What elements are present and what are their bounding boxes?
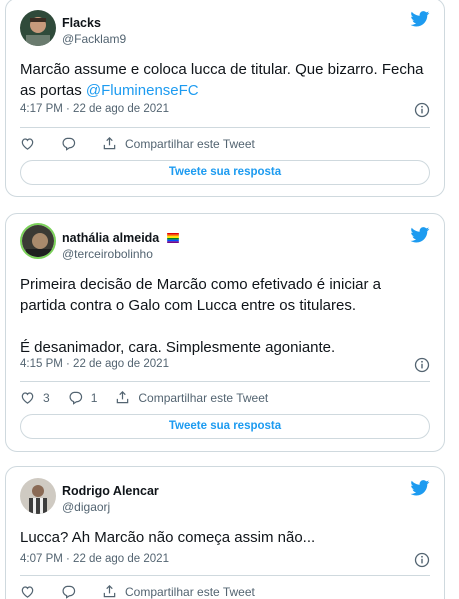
like-button[interactable] — [20, 136, 43, 151]
twitter-bird-icon[interactable] — [410, 227, 430, 243]
divider — [20, 127, 430, 128]
action-bar: 3 1 Compartilhar este Tweet — [20, 390, 286, 405]
author-handle[interactable]: @digaorj — [62, 500, 110, 514]
author-handle[interactable]: @terceirobolinho — [62, 247, 153, 261]
share-icon — [117, 391, 129, 404]
timestamp[interactable]: 4:15 PM · 22 de ago de 2021 — [20, 358, 169, 370]
divider — [20, 575, 430, 576]
heart-icon — [21, 392, 34, 404]
avatar[interactable] — [20, 478, 56, 514]
heart-icon — [21, 586, 34, 598]
timestamp[interactable]: 4:07 PM · 22 de ago de 2021 — [20, 553, 169, 565]
reply-button[interactable] — [61, 136, 84, 151]
share-label: Compartilhar este Tweet — [125, 136, 255, 151]
reply-count: 1 — [90, 390, 98, 405]
info-icon[interactable] — [414, 552, 430, 568]
share-icon — [103, 137, 116, 150]
reply-button[interactable]: 1 — [68, 390, 98, 405]
share-label: Compartilhar este Tweet — [138, 390, 269, 405]
like-count: 3 — [43, 390, 50, 405]
author-name-text: nathália almeida — [62, 231, 160, 245]
tweet-paragraph-1: Primeira decisão de Marcão como efetivad… — [20, 276, 382, 314]
avatar[interactable] — [20, 223, 56, 259]
reply-button[interactable] — [61, 584, 84, 599]
info-icon[interactable] — [414, 102, 430, 118]
author-name[interactable]: Flacks — [62, 16, 101, 30]
share-label: Compartilhar este Tweet — [125, 584, 255, 599]
tweet-card-3: Rodrigo Alencar @digaorj Lucca? Ah Marcã… — [5, 466, 445, 599]
author-name[interactable]: Rodrigo Alencar — [62, 484, 159, 498]
comment-icon — [62, 585, 76, 599]
info-icon[interactable] — [414, 357, 430, 373]
author-handle[interactable]: @Facklam9 — [62, 32, 126, 46]
tweet-text-body: Marcão assume e coloca lucca de titular.… — [20, 61, 424, 99]
comment-icon — [62, 137, 76, 151]
tweet-text: Primeira decisão de Marcão como efetivad… — [20, 274, 430, 358]
tweet-text: Marcão assume e coloca lucca de titular.… — [20, 59, 430, 101]
tweet-paragraph-2: É desanimador, cara. Simplesmente agonia… — [20, 339, 336, 356]
share-button[interactable]: Compartilhar este Tweet — [102, 584, 255, 599]
avatar[interactable] — [20, 10, 56, 46]
action-bar: Compartilhar este Tweet — [20, 136, 273, 151]
share-icon — [103, 585, 116, 598]
tweet-text: Lucca? Ah Marcão não começa assim não... — [20, 529, 316, 546]
share-button[interactable]: Compartilhar este Tweet — [115, 390, 268, 405]
comment-icon — [69, 391, 82, 405]
mention-link[interactable]: @FluminenseFC — [86, 82, 199, 99]
tweet-card-2: nathália almeida @terceirobolinho Primei… — [5, 213, 445, 452]
share-button[interactable]: Compartilhar este Tweet — [102, 136, 255, 151]
twitter-bird-icon[interactable] — [410, 480, 430, 496]
action-bar: Compartilhar este Tweet — [20, 584, 273, 599]
tweet-card-1: Flacks @Facklam9 Marcão assume e coloca … — [5, 0, 445, 197]
heart-icon — [21, 138, 34, 150]
timestamp[interactable]: 4:17 PM · 22 de ago de 2021 — [20, 103, 169, 115]
like-button[interactable]: 3 — [20, 390, 50, 405]
twitter-bird-icon[interactable] — [410, 11, 430, 27]
author-name[interactable]: nathália almeida — [62, 231, 180, 245]
tweet-reply-button[interactable]: Tweete sua resposta — [20, 414, 430, 439]
rainbow-flag-icon — [166, 233, 179, 243]
like-button[interactable] — [20, 584, 43, 599]
divider — [20, 381, 430, 382]
tweet-reply-button[interactable]: Tweete sua resposta — [20, 160, 430, 185]
